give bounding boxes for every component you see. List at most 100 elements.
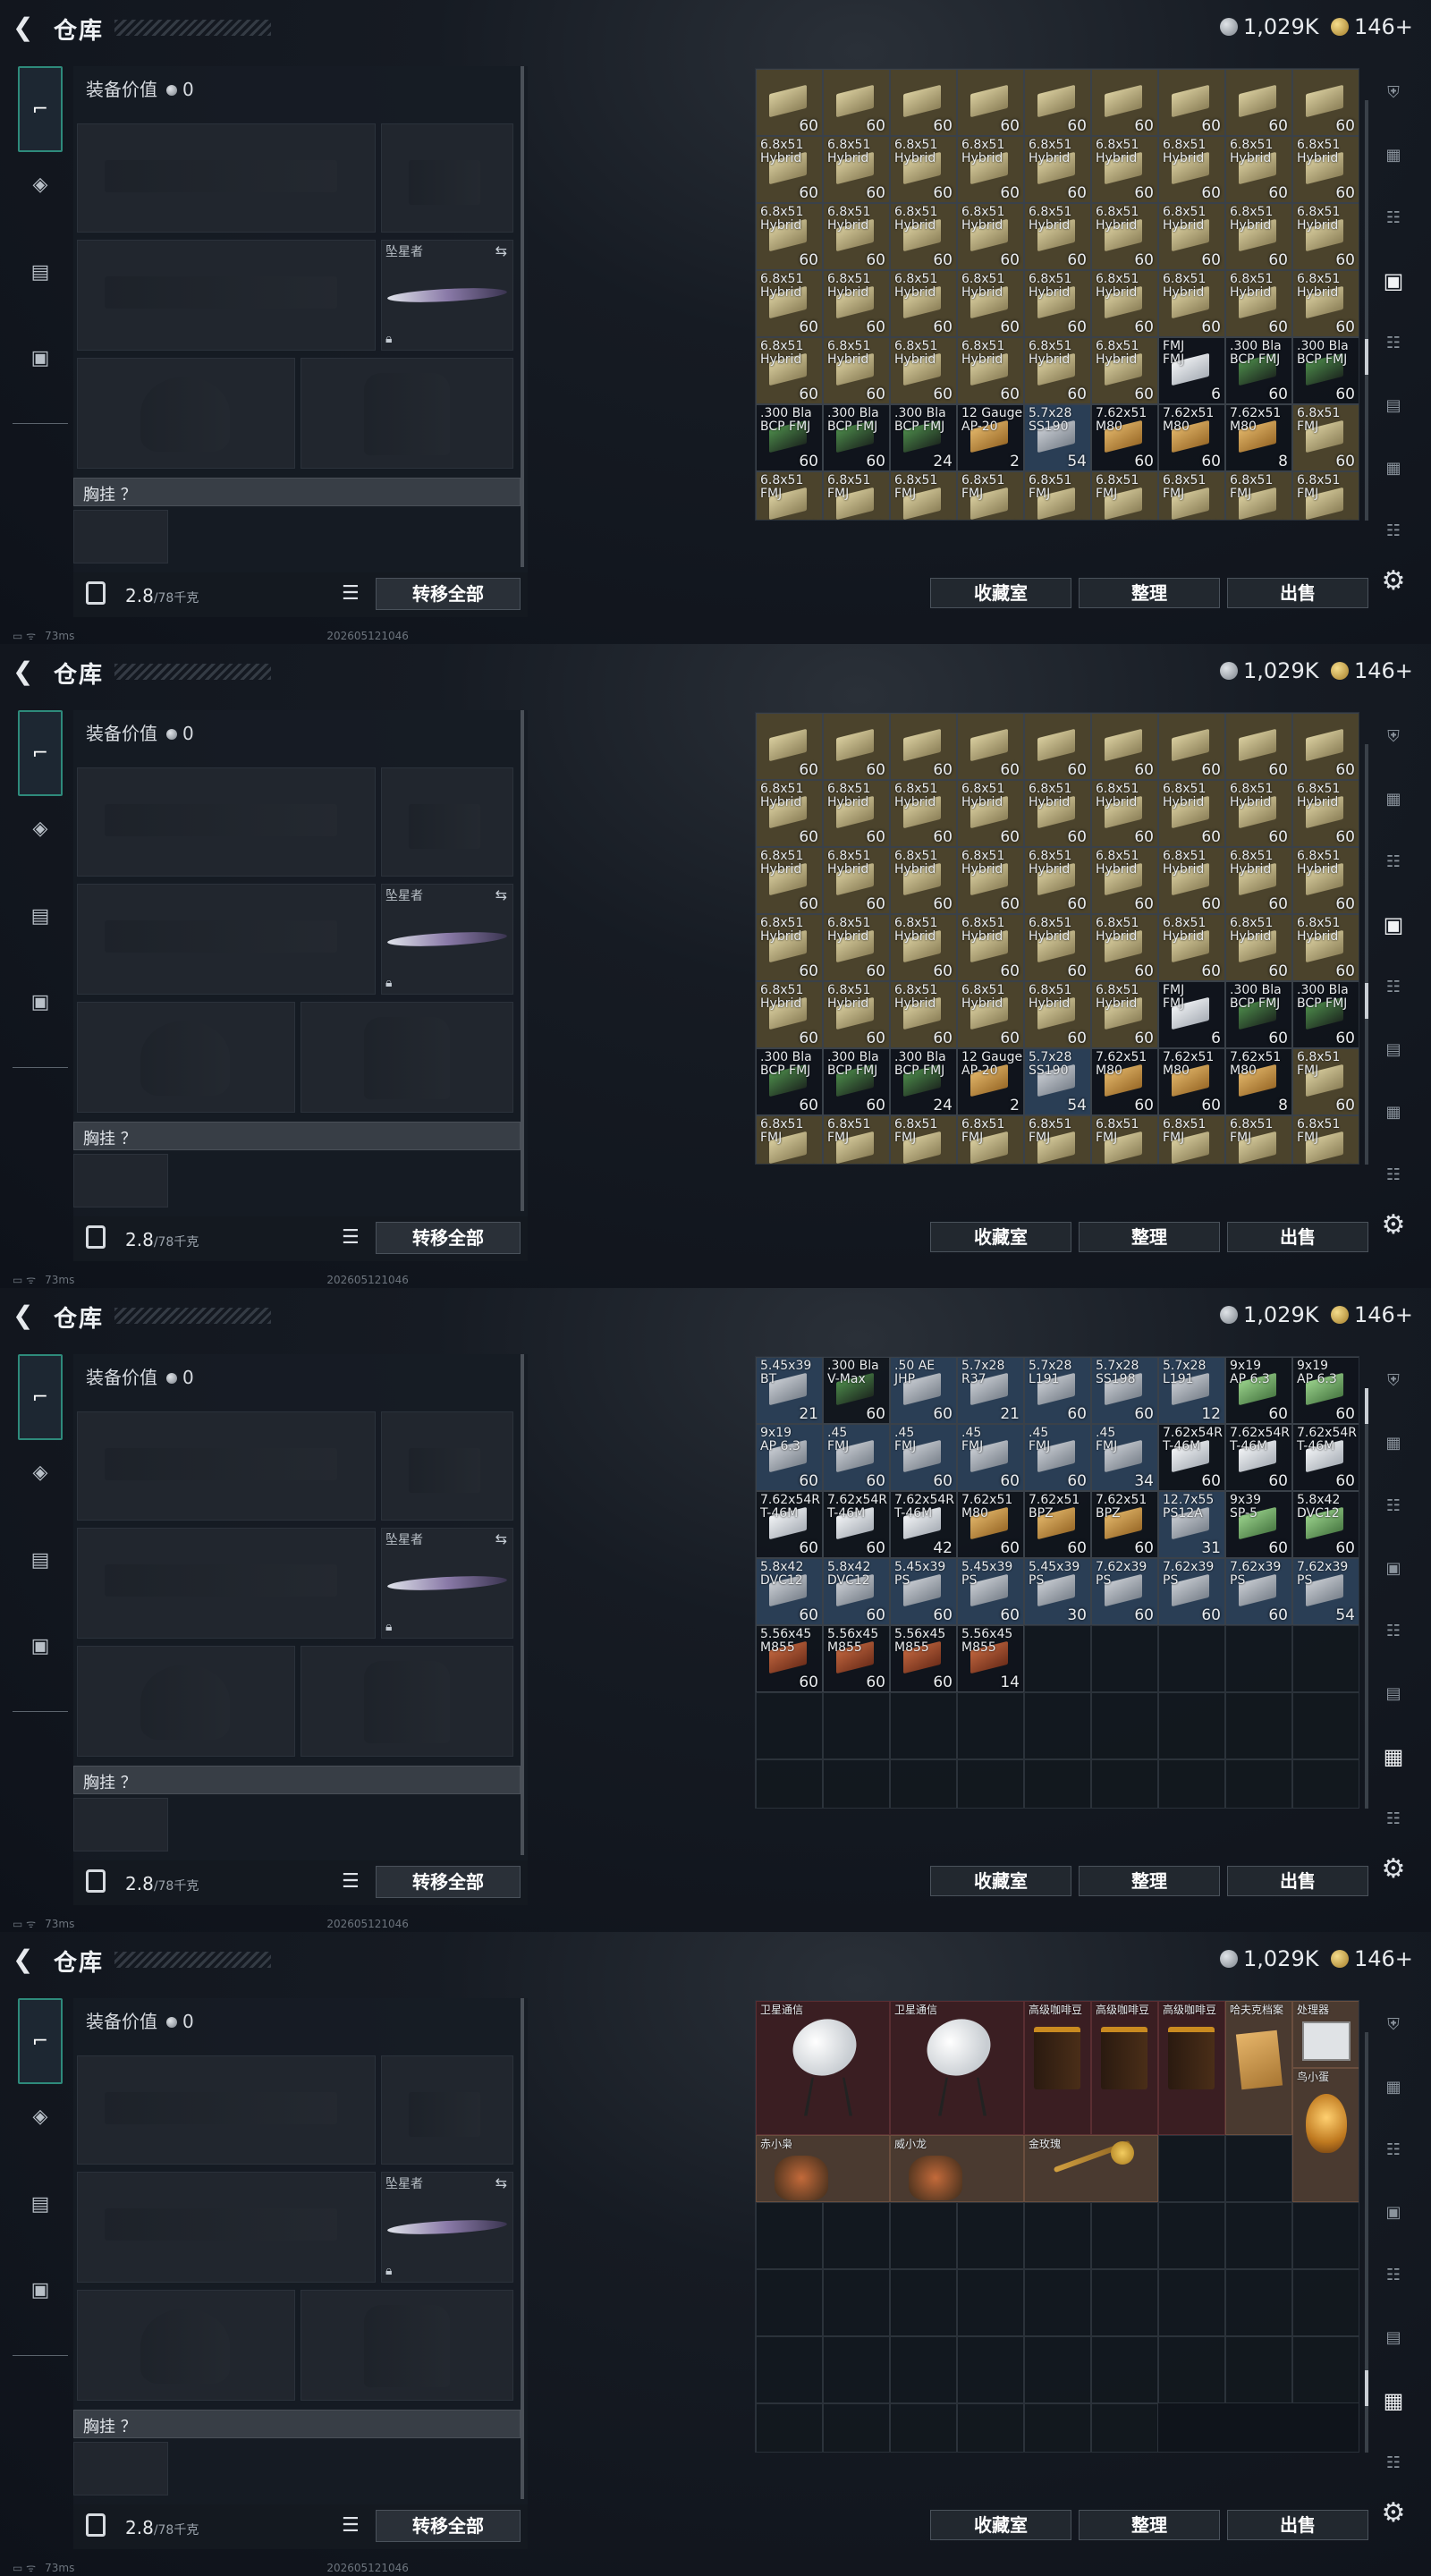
ammo-item[interactable]: 7.62x51 BPZ 60 (1091, 1491, 1158, 1558)
empty-slot[interactable] (1292, 2269, 1359, 2336)
ammo-item[interactable]: 5.7x28 L191 60 (1024, 1357, 1091, 1424)
inventory-item[interactable]: 高级咖啡豆 (1024, 2001, 1091, 2135)
folder-category-icon[interactable]: ▣ (1376, 907, 1411, 943)
empty-slot[interactable] (823, 1692, 890, 1759)
gold-currency[interactable]: 146+ (1331, 14, 1413, 39)
ammo-item[interactable]: 6.8x51 Hybrid 60 (1024, 847, 1091, 914)
ammo-item[interactable]: 7.62x51 M80 8 (1225, 404, 1292, 471)
primary-weapon-slot[interactable] (77, 2055, 376, 2165)
armor-tab-icon[interactable]: ◈ (18, 2098, 63, 2134)
empty-slot[interactable] (957, 1692, 1024, 1759)
empty-slot[interactable] (823, 2202, 890, 2269)
armor-category-icon[interactable]: ⛨ (1376, 75, 1411, 111)
empty-slot[interactable] (1091, 1625, 1158, 1692)
empty-slot[interactable] (890, 1759, 957, 1808)
settings-gear-icon[interactable]: ⚙ (1377, 565, 1410, 597)
ammo-item[interactable]: 6.8x51 Hybrid 60 (756, 981, 823, 1048)
ammo-item[interactable]: .45 FMJ 60 (957, 1424, 1024, 1491)
ammo-item[interactable]: .300 Bla BCP FMJ 60 (1292, 337, 1359, 404)
ammo-item[interactable]: 6.8x51 FMJ 60 (823, 1115, 890, 1164)
empty-slot[interactable] (1024, 2336, 1091, 2403)
ammo-item[interactable]: 6.8x51 Hybrid 60 (1024, 203, 1091, 270)
ammo-item[interactable]: 7.62x54R T-46M 42 (890, 1491, 957, 1558)
armor-tab-icon[interactable]: ◈ (18, 166, 63, 202)
ammo-item[interactable]: 6.8x51 FMJ 25 (1292, 471, 1359, 520)
ammo-item[interactable]: 6.8x51 Hybrid 60 (1158, 136, 1225, 203)
sell-button[interactable]: 出售 (1227, 1222, 1368, 1252)
ammo-item[interactable]: 60 (1225, 69, 1292, 136)
armor-slot[interactable] (301, 1002, 513, 1113)
camera-category-icon[interactable]: ▦ (1376, 1095, 1411, 1131)
swap-icon[interactable]: ⇆ (495, 242, 507, 259)
empty-slot[interactable] (823, 1759, 890, 1808)
ammo-item[interactable]: 7.62x51 M80 60 (1091, 1048, 1158, 1115)
empty-slot[interactable] (1158, 2336, 1225, 2403)
ammo-item[interactable]: 6.8x51 FMJ 60 (1225, 1115, 1292, 1164)
ammo-item[interactable]: .300 Bla BCP FMJ 24 (890, 1048, 957, 1115)
ammo-item[interactable]: .300 Bla BCP FMJ 60 (1292, 981, 1359, 1048)
list-category-icon[interactable]: ☷ (1376, 2132, 1411, 2168)
list-category-icon[interactable]: ☷ (1376, 200, 1411, 236)
ammo-item[interactable]: 60 (1024, 69, 1091, 136)
empty-slot[interactable] (1292, 1625, 1359, 1692)
ammo-item[interactable]: 6.8x51 Hybrid 60 (1024, 780, 1091, 847)
ammo-item[interactable]: .300 Bla V-Max 60 (823, 1357, 890, 1424)
ammo-item[interactable]: 6.8x51 Hybrid 60 (1158, 847, 1225, 914)
organize-button[interactable]: 整理 (1079, 1866, 1220, 1896)
gun-tab-icon[interactable]: ⌐ (18, 1998, 63, 2084)
ammo-item[interactable]: 6.8x51 Hybrid 60 (756, 136, 823, 203)
ammo-item[interactable]: 5.56x45 M855 60 (890, 1625, 957, 1692)
inventory-item[interactable]: 哈夫克档案 (1225, 2001, 1292, 2135)
ammo-item[interactable]: 6.8x51 Hybrid 60 (890, 914, 957, 981)
empty-slot[interactable] (1292, 2336, 1359, 2403)
equipment-scrollbar[interactable] (521, 66, 524, 567)
settings-gear-icon[interactable]: ⚙ (1377, 2497, 1410, 2529)
inventory-item[interactable]: 高级咖啡豆 (1091, 2001, 1158, 2135)
ammo-item[interactable]: 6.8x51 Hybrid 60 (957, 780, 1024, 847)
backpack-tab-icon[interactable]: ▤ (18, 254, 63, 290)
inventory-item[interactable]: 鸟小蛋 (1292, 2068, 1359, 2202)
empty-slot[interactable] (890, 2403, 957, 2452)
ammo-item[interactable]: 6.8x51 FMJ 60 (1225, 471, 1292, 520)
ammo-item[interactable]: 6.8x51 Hybrid 60 (957, 847, 1024, 914)
item-category-icon[interactable]: ▦ (1376, 1426, 1411, 1462)
misc-category-icon[interactable]: ☷ (1376, 513, 1411, 549)
empty-slot[interactable] (1225, 1692, 1292, 1759)
ammo-item[interactable]: 60 (756, 69, 823, 136)
ammo-item[interactable]: .45 FMJ 60 (823, 1424, 890, 1491)
ammo-item[interactable]: 6.8x51 FMJ 60 (1292, 1048, 1359, 1115)
back-arrow-icon[interactable]: ❮ (13, 14, 39, 41)
camera-category-icon[interactable]: ▦ (1376, 451, 1411, 487)
ammo-item[interactable]: 60 (890, 713, 957, 780)
ammo-item[interactable]: 6.8x51 Hybrid 60 (1292, 847, 1359, 914)
ammo-item[interactable]: 6.8x51 Hybrid 60 (890, 847, 957, 914)
camera-category-icon[interactable]: ▦ (1376, 1739, 1411, 1775)
ammo-item[interactable]: 6.8x51 FMJ 60 (756, 471, 823, 520)
empty-slot[interactable] (957, 2403, 1024, 2452)
grid-scrollbar[interactable] (1365, 100, 1368, 521)
empty-slot[interactable] (890, 2336, 957, 2403)
ammo-item[interactable]: 6.8x51 Hybrid 60 (1158, 203, 1225, 270)
organize-button[interactable]: 整理 (1079, 2510, 1220, 2540)
ammo-item[interactable]: 6.8x51 Hybrid 60 (1091, 847, 1158, 914)
ammo-item[interactable]: 7.62x51 M80 60 (1158, 1048, 1225, 1115)
inventory-item[interactable]: 赤小枭 (756, 2135, 890, 2202)
ammo-item[interactable]: 6.8x51 Hybrid 60 (823, 203, 890, 270)
empty-slot[interactable] (1225, 1759, 1292, 1808)
empty-slot[interactable] (1292, 1759, 1359, 1808)
collection-room-button[interactable]: 收藏室 (930, 1866, 1071, 1896)
ammo-item[interactable]: 7.62x39 PS 60 (1158, 1558, 1225, 1625)
ammo-item[interactable]: 6.8x51 Hybrid 60 (756, 203, 823, 270)
transfer-all-button[interactable]: 转移全部 (376, 1222, 521, 1254)
ammo-item[interactable]: 6.8x51 Hybrid 60 (1024, 270, 1091, 337)
primary-weapon-slot[interactable] (77, 767, 376, 877)
ammo-item[interactable]: 7.62x54R T-46M 60 (756, 1491, 823, 1558)
backpack-tab-icon[interactable]: ▤ (18, 898, 63, 934)
misc-category-icon[interactable]: ☷ (1376, 2445, 1411, 2481)
swap-icon[interactable]: ⇆ (495, 2174, 507, 2191)
collection-room-button[interactable]: 收藏室 (930, 578, 1071, 608)
list-icon[interactable]: ☰ (342, 2515, 367, 2537)
helmet-slot[interactable] (77, 1646, 295, 1757)
inventory-item[interactable]: 威小龙 (890, 2135, 1024, 2202)
ammo-item[interactable]: 6.8x51 Hybrid 60 (1091, 780, 1158, 847)
